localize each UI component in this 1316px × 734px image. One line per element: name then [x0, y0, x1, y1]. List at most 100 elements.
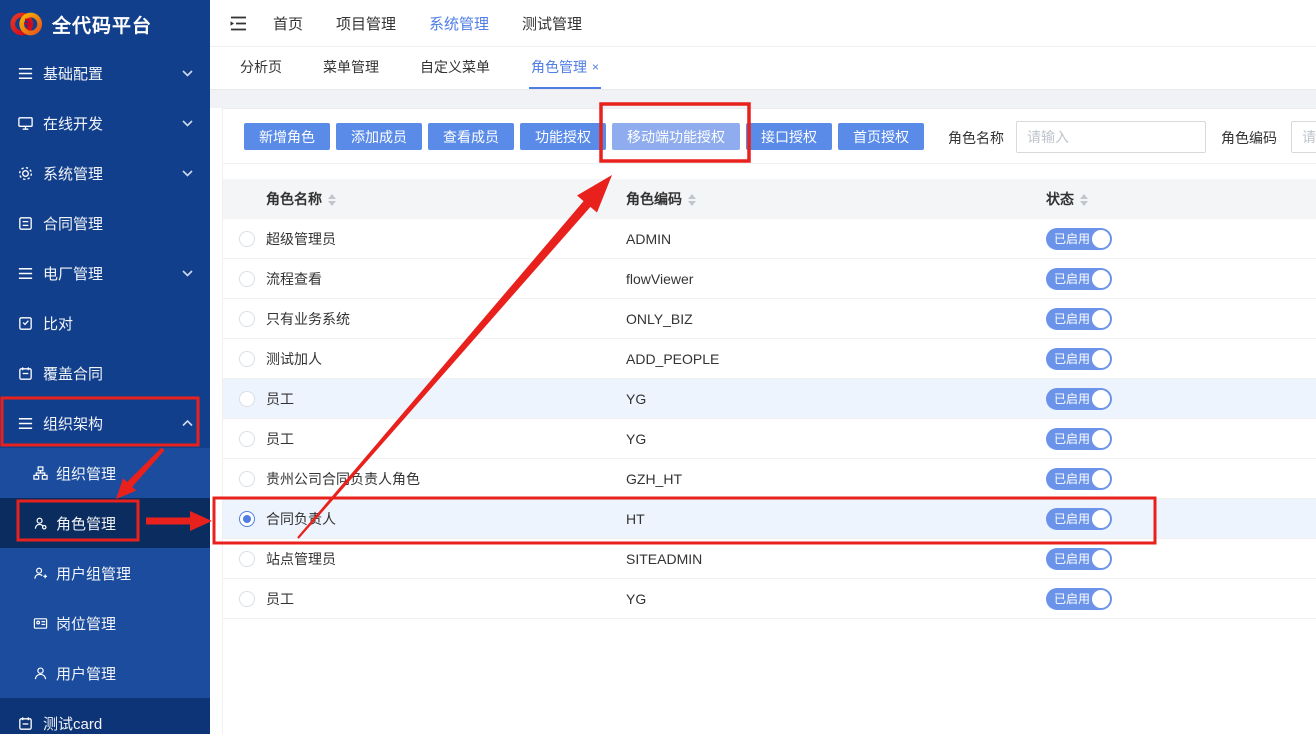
sidebar-item-compare[interactable]: 比对: [0, 298, 210, 348]
nav-item-home[interactable]: 首页: [265, 13, 311, 34]
table-row[interactable]: 测试加人 ADD_PEOPLE 已启用: [223, 339, 1316, 379]
nav-item-test-mgmt[interactable]: 测试管理: [514, 13, 590, 34]
status-toggle[interactable]: 已启用: [1046, 508, 1112, 530]
tab-label: 角色管理: [531, 57, 587, 77]
nav-item-project-mgmt[interactable]: 项目管理: [328, 13, 404, 34]
top-nav: 首页 项目管理 系统管理 测试管理: [210, 0, 1316, 47]
tab-role-mgmt[interactable]: 角色管理 ×: [529, 47, 601, 89]
toggle-label: 已启用: [1054, 548, 1090, 570]
role-name-cell: 贵州公司合同负责人角色: [266, 459, 420, 499]
sidebar-item-post-mgmt[interactable]: 岗位管理: [0, 598, 210, 648]
view-members-button[interactable]: 查看成员: [428, 123, 514, 150]
radio-button[interactable]: [239, 591, 255, 607]
sidebar-item-label: 系统管理: [43, 163, 103, 184]
sidebar-item-online-dev[interactable]: 在线开发: [0, 98, 210, 148]
sidebar-item-role-mgmt[interactable]: 角色管理: [0, 498, 210, 548]
table-row[interactable]: 流程查看 flowViewer 已启用: [223, 259, 1316, 299]
sidebar-item-system-mgmt[interactable]: 系统管理: [0, 148, 210, 198]
sidebar-item-plant-mgmt[interactable]: 电厂管理: [0, 248, 210, 298]
role-code-cell: HT: [626, 499, 645, 539]
badge-icon: [33, 616, 48, 631]
toggle-knob: [1092, 270, 1110, 288]
sidebar-menu: 基础配置 在线开发 系统管理 合同管理 电厂管理: [0, 48, 210, 734]
mobile-function-auth-button[interactable]: 移动端功能授权: [612, 123, 740, 150]
org-chart-icon: [33, 466, 48, 481]
sidebar-item-cover-contract[interactable]: 覆盖合同: [0, 348, 210, 398]
sidebar-item-label: 在线开发: [43, 113, 103, 134]
status-toggle[interactable]: 已启用: [1046, 268, 1112, 290]
table-row[interactable]: 站点管理员 SITEADMIN 已启用: [223, 539, 1316, 579]
radio-button-selected[interactable]: [239, 511, 255, 527]
nav-item-system-mgmt[interactable]: 系统管理: [421, 13, 497, 34]
contract-icon: [17, 215, 34, 232]
tab-custom-menu[interactable]: 自定义菜单: [418, 47, 492, 89]
radio-button[interactable]: [239, 471, 255, 487]
table-row[interactable]: 贵州公司合同负责人角色 GZH_HT 已启用: [223, 459, 1316, 499]
api-auth-button[interactable]: 接口授权: [746, 123, 832, 150]
role-name-cell: 合同负责人: [266, 499, 336, 539]
tab-close-icon[interactable]: ×: [592, 60, 599, 74]
radio-button[interactable]: [239, 231, 255, 247]
sort-icon[interactable]: [1080, 194, 1088, 206]
status-toggle[interactable]: 已启用: [1046, 388, 1112, 410]
role-name-cell: 员工: [266, 379, 294, 419]
radio-button[interactable]: [239, 351, 255, 367]
user-icon: [33, 666, 48, 681]
sidebar-item-test-card[interactable]: 测试card: [0, 698, 210, 734]
header-role-code[interactable]: 角色编码: [626, 179, 696, 219]
table-row[interactable]: 员工 YG 已启用: [223, 419, 1316, 459]
sidebar-item-label: 用户管理: [56, 663, 116, 684]
cover-contract-icon: [17, 365, 34, 382]
sidebar-item-label: 岗位管理: [56, 613, 116, 634]
toggle-label: 已启用: [1054, 348, 1090, 370]
tab-bar: 分析页 菜单管理 自定义菜单 角色管理 ×: [210, 47, 1316, 90]
add-member-button[interactable]: 添加成员: [336, 123, 422, 150]
radio-button[interactable]: [239, 391, 255, 407]
table-row[interactable]: 员工 YG 已启用: [223, 579, 1316, 619]
radio-button[interactable]: [239, 551, 255, 567]
status-toggle[interactable]: 已启用: [1046, 228, 1112, 250]
toggle-knob: [1092, 470, 1110, 488]
gear-icon: [17, 165, 34, 182]
role-name-cell: 员工: [266, 419, 294, 459]
sidebar-item-org-structure[interactable]: 组织架构: [0, 398, 210, 448]
sidebar-item-user-mgmt[interactable]: 用户管理: [0, 648, 210, 698]
table-row-selected[interactable]: 合同负责人 HT 已启用: [223, 499, 1316, 539]
role-code-filter-input[interactable]: [1291, 121, 1316, 153]
radio-button[interactable]: [239, 431, 255, 447]
status-toggle[interactable]: 已启用: [1046, 548, 1112, 570]
radio-button[interactable]: [239, 311, 255, 327]
header-role-name[interactable]: 角色名称: [266, 179, 336, 219]
radio-button[interactable]: [239, 271, 255, 287]
add-role-button[interactable]: 新增角色: [244, 123, 330, 150]
status-toggle[interactable]: 已启用: [1046, 348, 1112, 370]
chevron-up-icon: [182, 420, 193, 427]
table-row[interactable]: 超级管理员 ADMIN 已启用: [223, 219, 1316, 259]
header-label: 角色名称: [266, 191, 322, 207]
status-toggle[interactable]: 已启用: [1046, 588, 1112, 610]
status-toggle[interactable]: 已启用: [1046, 428, 1112, 450]
sort-icon[interactable]: [688, 194, 696, 206]
status-toggle[interactable]: 已启用: [1046, 468, 1112, 490]
table-row[interactable]: 员工 YG 已启用: [223, 379, 1316, 419]
hamburger-icon: [17, 415, 34, 432]
tab-menu-mgmt[interactable]: 菜单管理: [321, 47, 381, 89]
function-auth-button[interactable]: 功能授权: [520, 123, 606, 150]
sidebar-item-contract-mgmt[interactable]: 合同管理: [0, 198, 210, 248]
sidebar-item-basic-config[interactable]: 基础配置: [0, 48, 210, 98]
role-code-cell: YG: [626, 419, 646, 459]
role-name-filter-input[interactable]: [1016, 121, 1206, 153]
sidebar-item-org-mgmt[interactable]: 组织管理: [0, 448, 210, 498]
sort-icon[interactable]: [328, 194, 336, 206]
status-toggle[interactable]: 已启用: [1046, 308, 1112, 330]
homepage-auth-button[interactable]: 首页授权: [838, 123, 924, 150]
sidebar-item-label: 覆盖合同: [43, 363, 103, 384]
tab-analysis[interactable]: 分析页: [238, 47, 284, 89]
user-group-icon: [33, 566, 48, 581]
hamburger-icon: [17, 265, 34, 282]
table-row[interactable]: 只有业务系统 ONLY_BIZ 已启用: [223, 299, 1316, 339]
toggle-label: 已启用: [1054, 508, 1090, 530]
header-status[interactable]: 状态: [1046, 179, 1088, 219]
sidebar-item-user-group-mgmt[interactable]: 用户组管理: [0, 548, 210, 598]
menu-fold-icon[interactable]: [228, 13, 249, 34]
